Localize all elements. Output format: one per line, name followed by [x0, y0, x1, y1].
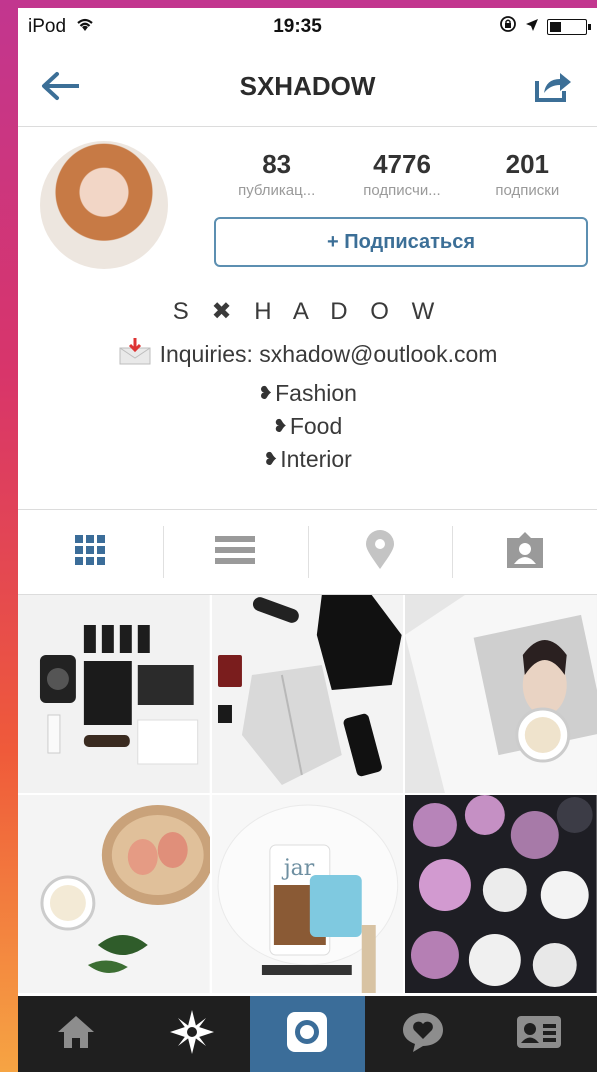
svg-text:jar: jar: [281, 856, 315, 881]
stat-following[interactable]: 201 подписки: [465, 149, 590, 199]
stat-followers-label: подписчи...: [363, 182, 441, 199]
grid-icon: [74, 534, 106, 571]
envelope-download-icon: [118, 336, 152, 372]
photo-flowers[interactable]: [405, 795, 597, 993]
bio-email-line: Inquiries: sxhadow@outlook.com: [18, 336, 597, 372]
bio-tag-label: Food: [289, 413, 343, 439]
stat-following-label: подписки: [495, 182, 560, 199]
bio-tag: ❥ Fashion: [18, 380, 597, 407]
bio-email-text[interactable]: Inquiries: sxhadow@outlook.com: [160, 341, 498, 368]
stat-posts-label: публикац...: [238, 182, 316, 199]
bio-tag-label: Interior: [280, 446, 352, 472]
profile-bio: S ✖ H A D O W Inquiries: sxhadow@outlook…: [18, 297, 597, 479]
bio-tag: ❥ Food: [18, 413, 597, 440]
profile-header: 83 публикац... 4776 подписчи... 201 подп…: [18, 127, 597, 509]
photo-grid: jar: [18, 595, 597, 993]
arrow-bullet-icon: ❥: [263, 449, 279, 469]
bio-tag-label: Fashion: [275, 380, 357, 406]
nav-explore[interactable]: [134, 996, 250, 1072]
location-arrow-icon: [525, 16, 539, 38]
stat-following-value: 201: [505, 149, 550, 179]
share-icon[interactable]: [531, 63, 577, 109]
avatar[interactable]: [40, 141, 168, 269]
nav-home[interactable]: [18, 996, 134, 1072]
explore-icon: [169, 1009, 214, 1059]
arrow-bullet-icon: ❥: [258, 383, 274, 403]
activity-icon: [401, 1011, 445, 1058]
photo-eggs-candle[interactable]: [18, 795, 210, 993]
battery-icon: [546, 19, 591, 35]
nav-camera[interactable]: [249, 996, 366, 1072]
stat-posts-value: 83: [262, 149, 292, 179]
status-bar: iPod 19:35: [18, 8, 597, 46]
arrow-bullet-icon: ❥: [272, 416, 288, 436]
photo-flatlay-cosmetics[interactable]: [18, 595, 210, 793]
back-arrow-icon[interactable]: [38, 63, 84, 109]
photo-flatlay-fashion[interactable]: [211, 595, 404, 793]
location-pin-icon: [365, 529, 395, 575]
phone-screen: iPod 19:35 SXHADOW 83 публикац... 4776 п…: [18, 8, 597, 1072]
bottom-navigation: [18, 996, 597, 1072]
stat-followers[interactable]: 4776 подписчи...: [339, 149, 464, 199]
tab-grid[interactable]: [18, 510, 163, 594]
photo-woman-coffee[interactable]: [405, 595, 597, 793]
view-tabs: [18, 509, 597, 595]
profile-display-name: S ✖ H A D O W: [172, 298, 443, 325]
home-icon: [56, 1014, 96, 1055]
bio-tag: ❥ Interior: [18, 446, 597, 473]
profile-icon: [516, 1015, 562, 1054]
photo-jar-drink[interactable]: jar: [211, 795, 404, 993]
tab-tagged[interactable]: [452, 510, 597, 594]
navigation-bar: SXHADOW: [18, 46, 597, 127]
camera-icon: [285, 1010, 329, 1059]
page-title: SXHADOW: [239, 70, 376, 101]
tab-list[interactable]: [162, 510, 308, 594]
stat-posts[interactable]: 83 публикац...: [214, 149, 339, 199]
device-name: iPod: [28, 16, 67, 37]
tab-map[interactable]: [307, 510, 453, 594]
profile-stats: 83 публикац... 4776 подписчи... 201 подп…: [214, 149, 590, 199]
wifi-icon: [74, 16, 96, 38]
nav-activity[interactable]: [365, 996, 481, 1072]
status-time: 19:35: [273, 16, 322, 37]
follow-button[interactable]: + Подписаться: [214, 217, 588, 267]
stat-followers-value: 4776: [373, 149, 431, 179]
list-icon: [215, 535, 256, 570]
rotation-lock-icon: [499, 15, 517, 39]
tagged-person-icon: [505, 530, 545, 575]
nav-profile[interactable]: [481, 996, 597, 1072]
